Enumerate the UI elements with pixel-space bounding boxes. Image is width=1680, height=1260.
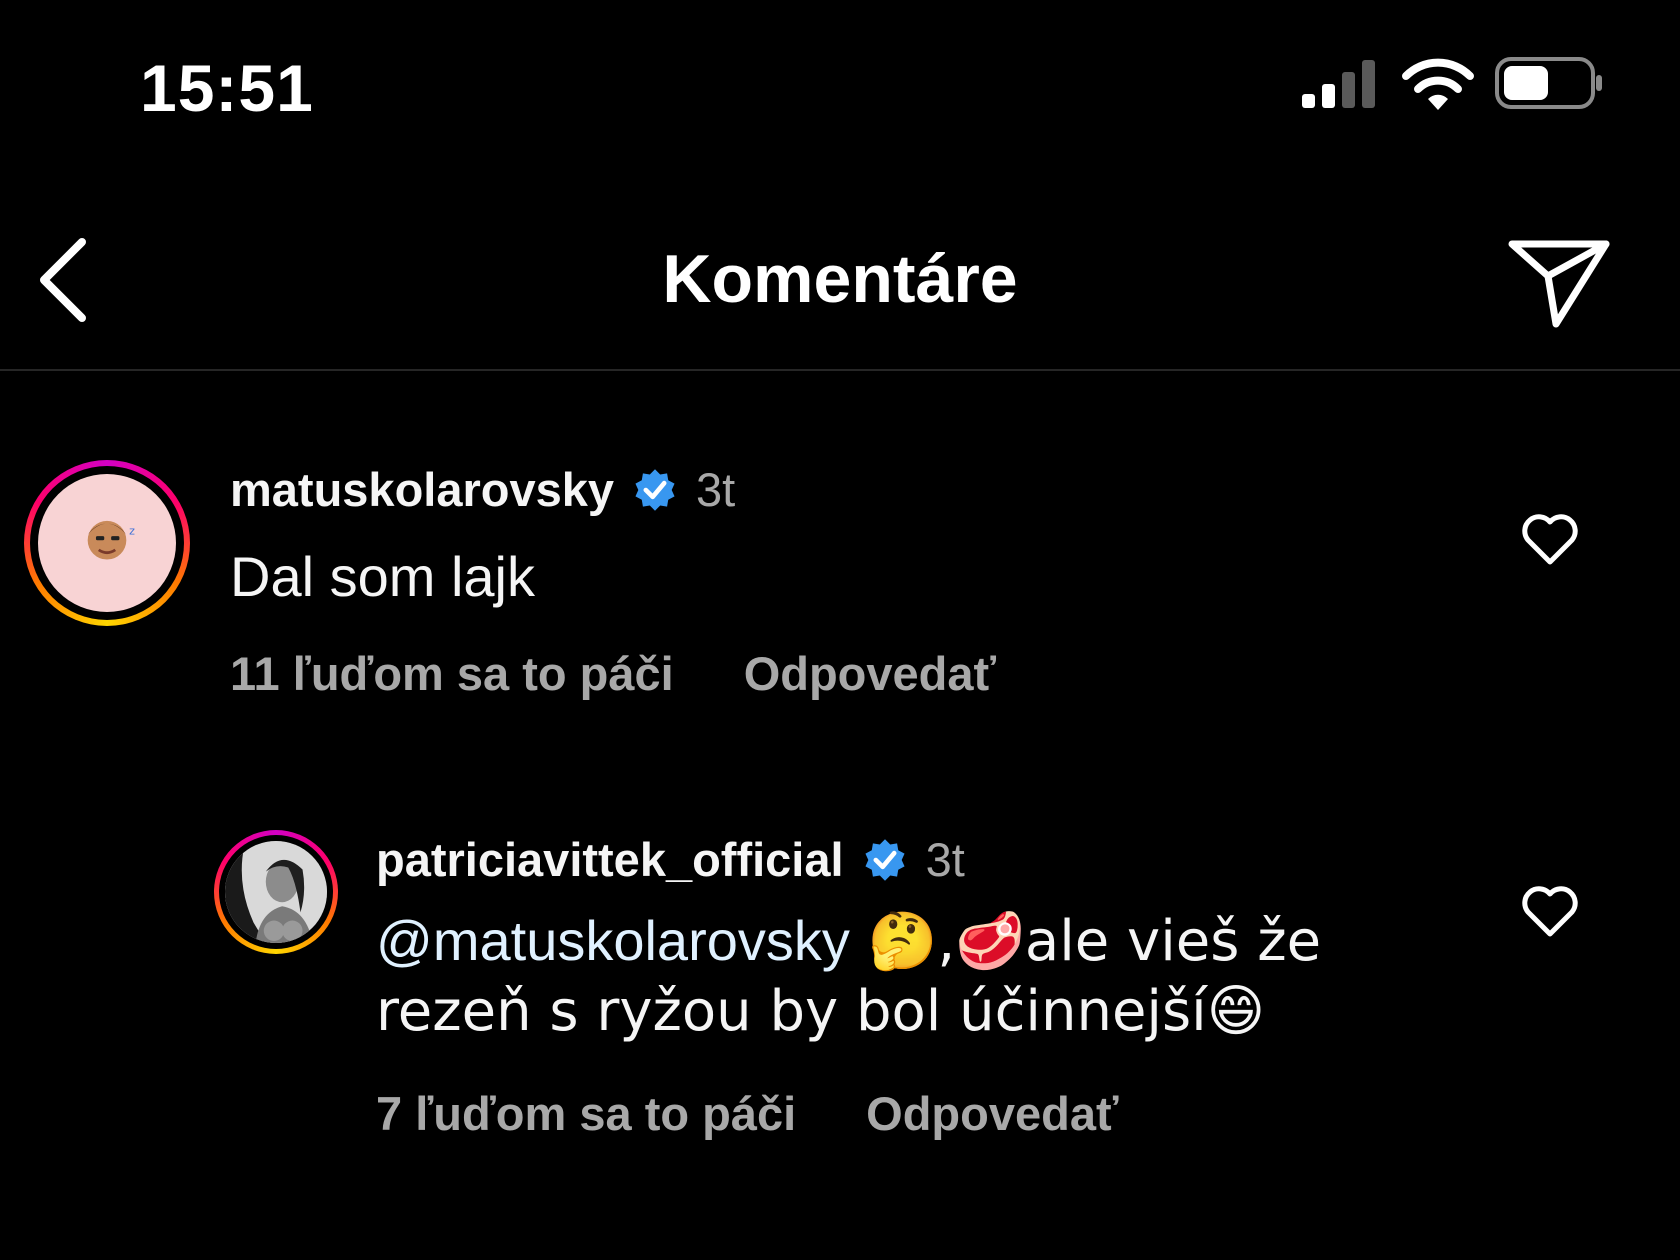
paper-plane-icon <box>1508 240 1610 328</box>
wifi-icon <box>1402 58 1474 110</box>
comment-text: @matuskolarovsky 🤔,🥩ale vieš že rezeň s … <box>376 906 1476 1047</box>
comment-username[interactable]: patriciavittek_official <box>376 832 844 887</box>
heart-icon <box>1522 886 1578 937</box>
share-button[interactable] <box>1504 224 1614 334</box>
comment-text-line-2: rezeň s ryžou by bol účinnejší😄 <box>376 979 1266 1044</box>
heart-icon <box>1522 514 1578 565</box>
reply-button[interactable]: Odpovedať <box>866 1087 1118 1140</box>
verified-badge-icon <box>865 838 905 881</box>
status-time: 15:51 <box>140 51 314 125</box>
likes-count-link[interactable]: 11 ľuďom sa to páči <box>230 647 674 700</box>
avatar-story-ring[interactable] <box>214 830 338 954</box>
comment-header: matuskolarovsky 3t <box>230 462 735 517</box>
memoji-avatar-icon: z <box>87 520 135 560</box>
verified-badge-icon <box>635 468 675 511</box>
profile-photo-icon <box>225 841 327 943</box>
comment-username[interactable]: matuskolarovsky <box>230 462 614 517</box>
comment-text-part: 🤔,🥩ale vieš že <box>849 909 1322 974</box>
cellular-signal-icon <box>1302 60 1375 108</box>
header: Komentáre <box>0 190 1680 370</box>
comment-time: 3t <box>696 463 736 516</box>
comment-text: Dal som lajk <box>230 545 535 608</box>
reply-button[interactable]: Odpovedať <box>744 647 996 700</box>
header-divider <box>0 369 1680 371</box>
comment-header: patriciavittek_official 3t <box>376 832 965 887</box>
likes-count-link[interactable]: 7 ľuďom sa to páči <box>376 1087 796 1140</box>
avatar: z <box>38 474 176 612</box>
comment-text-line-1: @matuskolarovsky 🤔,🥩ale vieš že <box>376 906 1476 977</box>
svg-text:z: z <box>129 525 135 538</box>
like-button[interactable] <box>1520 512 1580 566</box>
avatar <box>225 841 327 943</box>
status-bar: 15:51 <box>0 0 1680 170</box>
page-title: Komentáre <box>662 241 1018 317</box>
battery-icon <box>1495 57 1602 109</box>
comment-time: 3t <box>925 833 965 886</box>
mention-link[interactable]: @matuskolarovsky <box>376 909 850 972</box>
comment-meta: 7 ľuďom sa to páči Odpovedať <box>376 1086 1118 1141</box>
avatar-story-ring[interactable]: z <box>24 460 190 626</box>
comment-meta: 11 ľuďom sa to páči Odpovedať <box>230 646 996 701</box>
like-button[interactable] <box>1520 884 1580 938</box>
